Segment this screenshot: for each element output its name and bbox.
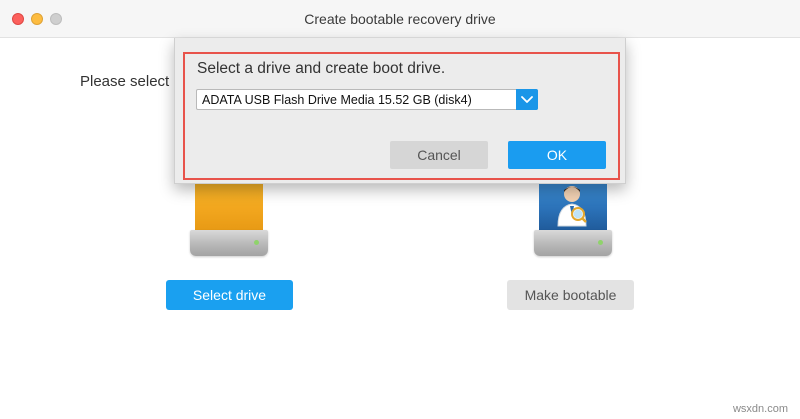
window-title: Create bootable recovery drive: [304, 11, 496, 27]
doctor-icon: [557, 186, 587, 227]
dropdown-toggle[interactable]: [516, 89, 538, 110]
doctor-drive-icon: [534, 180, 614, 256]
cancel-button[interactable]: Cancel: [390, 141, 488, 169]
make-bootable-button[interactable]: Make bootable: [507, 280, 634, 310]
drive-base: [534, 230, 612, 256]
chevron-down-icon: [521, 96, 533, 103]
select-drive-dialog: Select a drive and create boot drive. AD…: [174, 38, 626, 184]
drive-base: [190, 230, 268, 256]
drive-dropdown[interactable]: ADATA USB Flash Drive Media 15.52 GB (di…: [196, 89, 538, 110]
orange-drive-icon: [190, 180, 270, 256]
title-bar: Create bootable recovery drive: [0, 0, 800, 38]
watermark-text: wsxdn.com: [732, 403, 788, 415]
drive-face: [195, 180, 263, 232]
select-drive-button[interactable]: Select drive: [166, 280, 293, 310]
select-prompt-text: Please select: [80, 73, 170, 90]
ok-button[interactable]: OK: [508, 141, 606, 169]
dialog-heading: Select a drive and create boot drive.: [197, 60, 446, 77]
app-window: Create bootable recovery drive Please se…: [0, 0, 800, 419]
drive-dropdown-value: ADATA USB Flash Drive Media 15.52 GB (di…: [202, 93, 472, 107]
